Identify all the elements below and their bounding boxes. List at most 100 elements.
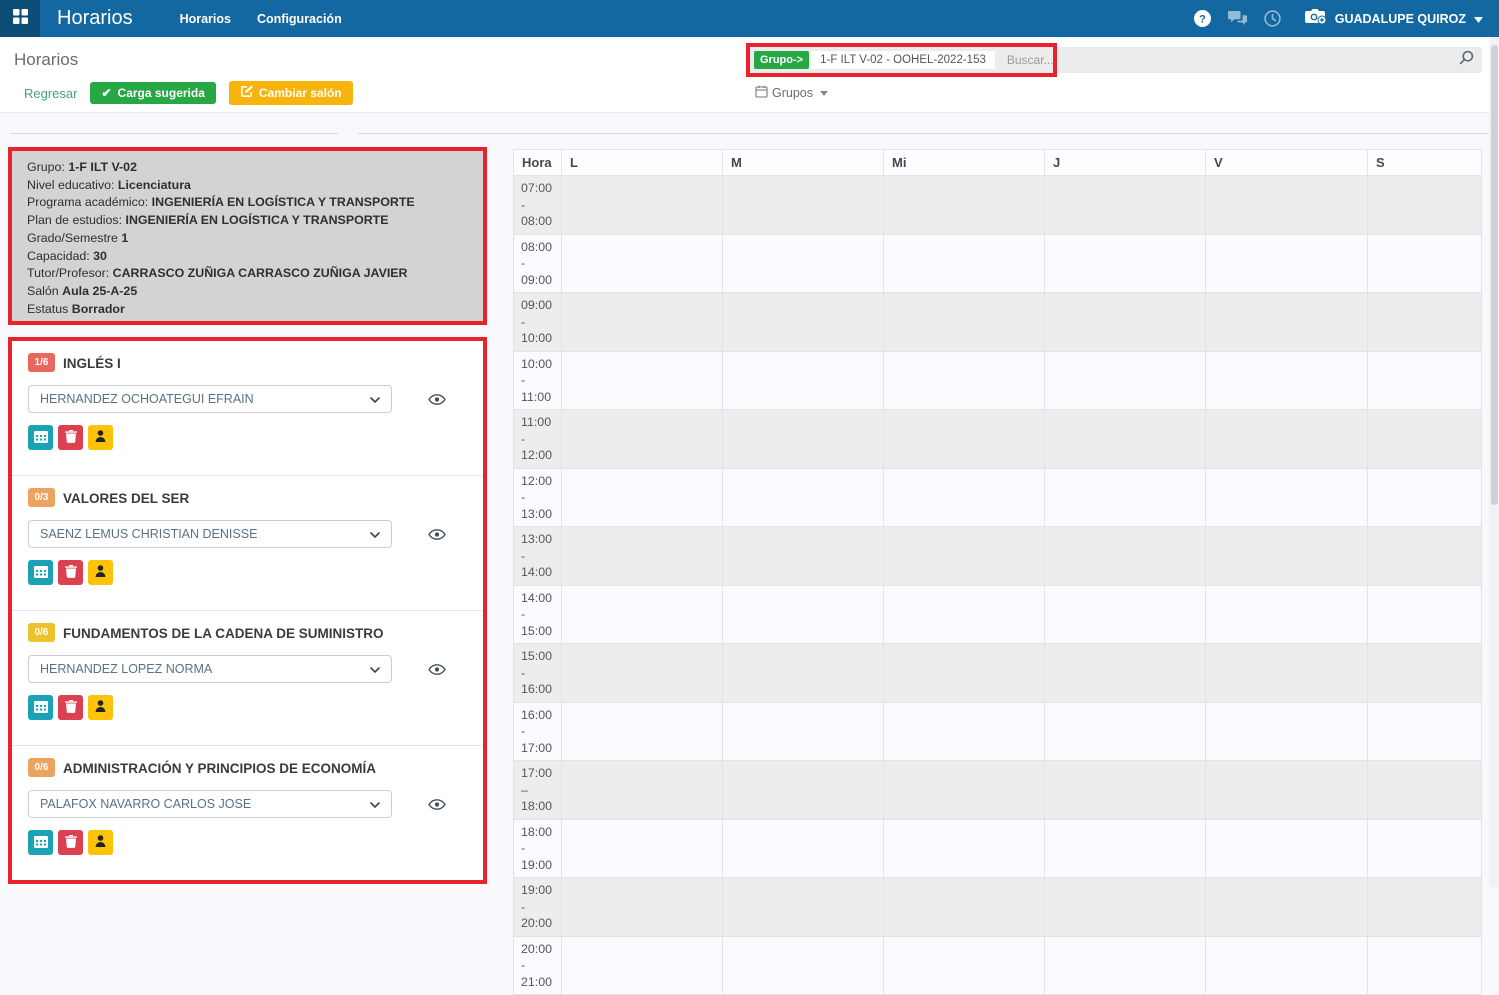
schedule-cell[interactable] xyxy=(723,702,884,761)
teacher-select[interactable]: SAENZ LEMUS CHRISTIAN DENISSE xyxy=(28,520,392,548)
schedule-cell[interactable] xyxy=(1206,761,1368,820)
schedule-cell[interactable] xyxy=(884,936,1045,995)
schedule-cell[interactable] xyxy=(1045,644,1206,703)
assign-teacher-button[interactable] xyxy=(88,695,113,720)
schedule-cell[interactable] xyxy=(1368,702,1482,761)
schedule-cell[interactable] xyxy=(562,234,723,293)
schedule-cell[interactable] xyxy=(1368,819,1482,878)
schedule-cell[interactable] xyxy=(1045,527,1206,586)
assign-teacher-button[interactable] xyxy=(88,425,113,450)
schedule-cell[interactable] xyxy=(723,936,884,995)
schedule-cell[interactable] xyxy=(884,878,1045,937)
schedule-cell[interactable] xyxy=(562,878,723,937)
search-icon[interactable] xyxy=(1459,50,1474,70)
schedule-calendar-button[interactable] xyxy=(28,830,53,855)
schedule-cell[interactable] xyxy=(562,819,723,878)
schedule-cell[interactable] xyxy=(884,293,1045,352)
view-details-eye-icon[interactable] xyxy=(428,392,446,410)
nav-link-horarios[interactable]: Horarios xyxy=(180,12,231,26)
schedule-cell[interactable] xyxy=(1206,644,1368,703)
view-details-eye-icon[interactable] xyxy=(428,797,446,815)
schedule-calendar-button[interactable] xyxy=(28,425,53,450)
suggested-load-button[interactable]: ✔ Carga sugerida xyxy=(90,82,215,104)
scrollbar-thumb[interactable] xyxy=(1491,45,1498,505)
schedule-cell[interactable] xyxy=(1368,468,1482,527)
schedule-cell[interactable] xyxy=(1368,351,1482,410)
schedule-cell[interactable] xyxy=(1368,176,1482,235)
schedule-cell[interactable] xyxy=(562,468,723,527)
schedule-cell[interactable] xyxy=(723,351,884,410)
schedule-cell[interactable] xyxy=(723,585,884,644)
search-input[interactable] xyxy=(1007,53,1459,67)
schedule-cell[interactable] xyxy=(1045,351,1206,410)
schedule-cell[interactable] xyxy=(1206,527,1368,586)
schedule-cell[interactable] xyxy=(1045,234,1206,293)
help-icon[interactable]: ? xyxy=(1194,10,1211,27)
schedule-cell[interactable] xyxy=(562,293,723,352)
schedule-cell[interactable] xyxy=(1206,176,1368,235)
schedule-cell[interactable] xyxy=(884,234,1045,293)
schedule-cell[interactable] xyxy=(1045,702,1206,761)
schedule-cell[interactable] xyxy=(723,234,884,293)
schedule-cell[interactable] xyxy=(1368,293,1482,352)
schedule-cell[interactable] xyxy=(1045,761,1206,820)
schedule-cell[interactable] xyxy=(723,410,884,469)
schedule-cell[interactable] xyxy=(1045,878,1206,937)
schedule-cell[interactable] xyxy=(1206,585,1368,644)
schedule-cell[interactable] xyxy=(884,585,1045,644)
schedule-cell[interactable] xyxy=(884,644,1045,703)
schedule-cell[interactable] xyxy=(562,644,723,703)
schedule-cell[interactable] xyxy=(723,644,884,703)
schedule-cell[interactable] xyxy=(884,819,1045,878)
teacher-select[interactable]: HERNANDEZ OCHOATEGUI EFRAIN xyxy=(28,385,392,413)
user-menu[interactable]: GUADALUPE QUIROZ xyxy=(1305,7,1483,30)
teacher-select[interactable]: HERNANDEZ LOPEZ NORMA xyxy=(28,655,392,683)
chat-icon[interactable] xyxy=(1227,10,1248,27)
schedule-cell[interactable] xyxy=(1045,293,1206,352)
schedule-cell[interactable] xyxy=(562,527,723,586)
assign-teacher-button[interactable] xyxy=(88,830,113,855)
apps-menu-button[interactable] xyxy=(0,0,40,37)
schedule-cell[interactable] xyxy=(723,176,884,235)
delete-button[interactable] xyxy=(58,425,83,450)
schedule-calendar-button[interactable] xyxy=(28,695,53,720)
schedule-cell[interactable] xyxy=(884,761,1045,820)
nav-link-configuracion[interactable]: Configuración xyxy=(257,12,342,26)
schedule-cell[interactable] xyxy=(884,468,1045,527)
schedule-cell[interactable] xyxy=(562,351,723,410)
schedule-calendar-button[interactable] xyxy=(28,560,53,585)
schedule-cell[interactable] xyxy=(723,819,884,878)
schedule-cell[interactable] xyxy=(1368,644,1482,703)
schedule-cell[interactable] xyxy=(1368,936,1482,995)
schedule-cell[interactable] xyxy=(884,527,1045,586)
schedule-cell[interactable] xyxy=(884,176,1045,235)
schedule-cell[interactable] xyxy=(562,936,723,995)
schedule-cell[interactable] xyxy=(1206,234,1368,293)
schedule-cell[interactable] xyxy=(884,410,1045,469)
teacher-select[interactable]: PALAFOX NAVARRO CARLOS JOSE xyxy=(28,790,392,818)
schedule-cell[interactable] xyxy=(1045,176,1206,235)
view-details-eye-icon[interactable] xyxy=(428,527,446,545)
schedule-cell[interactable] xyxy=(723,468,884,527)
schedule-cell[interactable] xyxy=(1368,410,1482,469)
back-link[interactable]: Regresar xyxy=(24,86,77,101)
schedule-cell[interactable] xyxy=(1206,819,1368,878)
schedule-cell[interactable] xyxy=(1206,293,1368,352)
schedule-cell[interactable] xyxy=(723,527,884,586)
change-room-button[interactable]: Cambiar salón xyxy=(229,81,353,105)
vertical-scrollbar[interactable] xyxy=(1489,37,1499,887)
schedule-cell[interactable] xyxy=(1206,468,1368,527)
history-clock-icon[interactable] xyxy=(1264,10,1281,27)
schedule-cell[interactable] xyxy=(1368,585,1482,644)
schedule-cell[interactable] xyxy=(1206,410,1368,469)
schedule-cell[interactable] xyxy=(884,702,1045,761)
schedule-cell[interactable] xyxy=(1206,351,1368,410)
schedule-cell[interactable] xyxy=(723,293,884,352)
schedule-cell[interactable] xyxy=(1206,878,1368,937)
schedule-cell[interactable] xyxy=(1368,527,1482,586)
schedule-cell[interactable] xyxy=(1206,936,1368,995)
assign-teacher-button[interactable] xyxy=(88,560,113,585)
groups-dropdown[interactable]: Grupos xyxy=(755,85,828,101)
schedule-cell[interactable] xyxy=(1045,819,1206,878)
schedule-cell[interactable] xyxy=(1206,702,1368,761)
